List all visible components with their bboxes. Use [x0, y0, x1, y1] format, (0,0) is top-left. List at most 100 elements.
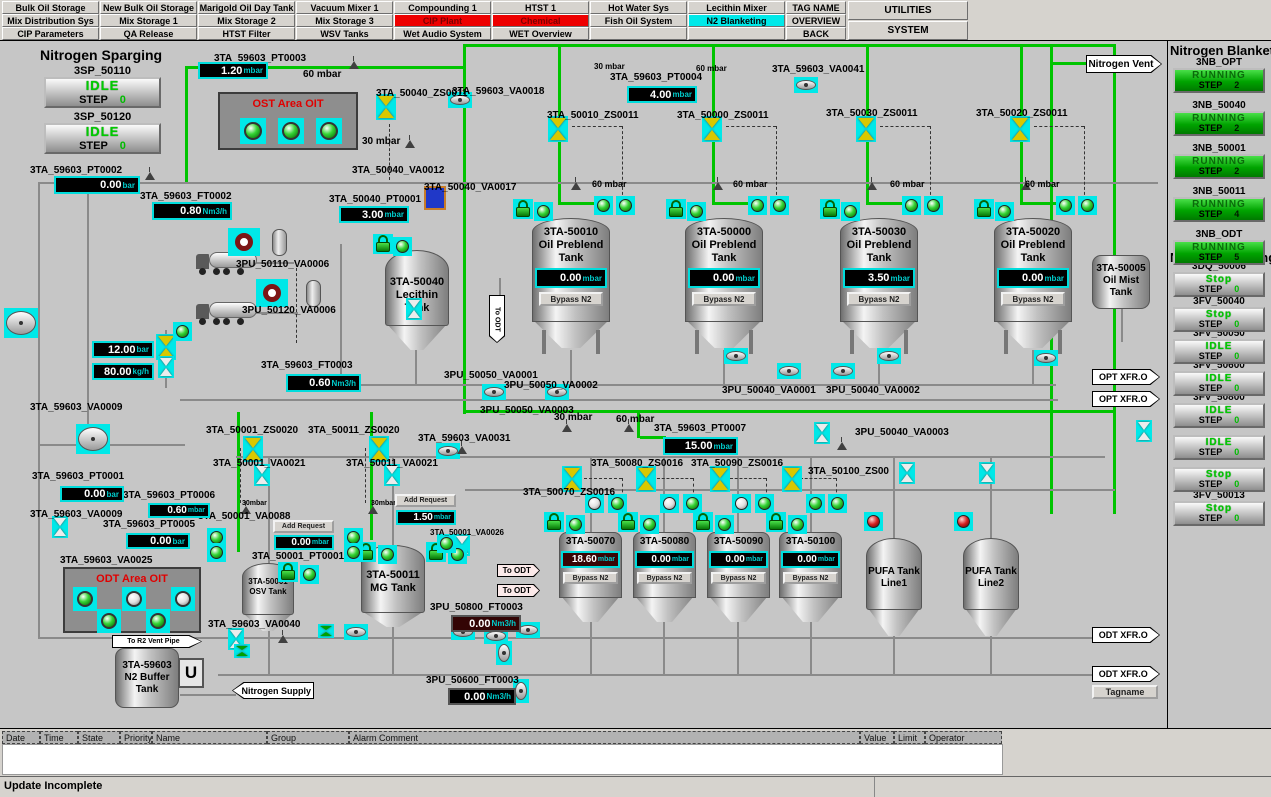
menu-item-marigold-oil-day-tank[interactable]: Marigold Oil Day Tank	[198, 1, 295, 14]
oit-lamp-button[interactable]	[240, 118, 266, 144]
menu-item-htst-filter[interactable]: HTST Filter	[198, 27, 295, 40]
menu-item-wsv-tanks[interactable]: WSV Tanks	[296, 27, 393, 40]
opt-xfr-o-banner[interactable]: OPT XFR.O	[1092, 391, 1160, 407]
butterfly-valve-icon[interactable]	[724, 348, 748, 364]
add-request-button[interactable]: Add Request	[395, 494, 456, 507]
bypass-n2-button[interactable]: Bypass N2	[847, 292, 911, 306]
to-odt-banner[interactable]: To ODT	[497, 564, 540, 577]
menu-item-chemical[interactable]: Chemical	[492, 14, 589, 27]
butterfly-valve-icon[interactable]	[777, 363, 801, 379]
to-odt-banner[interactable]: To ODT	[489, 295, 505, 343]
tagname-button[interactable]: Tagname	[1092, 685, 1158, 699]
sparging-status-3sp-50110[interactable]: IDLESTEP0	[44, 77, 161, 108]
odt-xfr-o-banner[interactable]: ODT XFR.O	[1092, 666, 1160, 682]
blanketing-status-3nb-50040[interactable]: RUNNINGSTEP2	[1173, 111, 1265, 136]
nav-tag-name-button[interactable]: TAG NAME	[786, 1, 846, 14]
utilities-button[interactable]: UTILITIES	[848, 1, 968, 20]
butterfly-valve-icon[interactable]	[794, 77, 818, 93]
control-valve-icon[interactable]	[158, 356, 174, 378]
purging-status-3fv-50050[interactable]: IDLESTEP0	[1173, 339, 1265, 364]
purging-status-unit[interactable]: StopSTEP0	[1173, 467, 1265, 492]
pump-icon[interactable]	[228, 228, 260, 256]
bypass-n2-button[interactable]: Bypass N2	[711, 572, 766, 584]
oit-lamp-button[interactable]	[146, 609, 170, 633]
oit-lamp-button[interactable]	[73, 587, 97, 611]
bypass-n2-button[interactable]: Bypass N2	[1001, 292, 1065, 306]
nav-back-button[interactable]: BACK	[786, 27, 846, 40]
menu-item-wet-overview[interactable]: WET Overview	[492, 27, 589, 40]
blanketing-status-3nb-opt[interactable]: RUNNINGSTEP2	[1173, 68, 1265, 93]
system-button[interactable]: SYSTEM	[848, 21, 968, 40]
lamp-lens	[735, 497, 748, 510]
nitrogen-supply-banner[interactable]: Nitrogen Supply	[232, 682, 314, 699]
shutoff-valve-icon[interactable]	[1010, 116, 1030, 142]
butterfly-valve-icon[interactable]	[344, 624, 368, 640]
to-r2-vent-pipe-banner[interactable]: To R2 Vent Pipe	[112, 635, 202, 648]
nitrogen-vent-banner[interactable]: Nitrogen Vent	[1086, 55, 1162, 73]
oit-lamp-button[interactable]	[171, 587, 195, 611]
menu-item-mix-storage-2[interactable]: Mix Storage 2	[198, 14, 295, 27]
control-valve-icon[interactable]	[979, 462, 995, 484]
blanketing-status-3nb-50011[interactable]: RUNNINGSTEP4	[1173, 197, 1265, 222]
add-request-button[interactable]: Add Request	[273, 520, 334, 533]
status-lamp	[660, 494, 679, 513]
butterfly-valve-icon[interactable]	[877, 348, 901, 364]
purging-status-3fv-50013[interactable]: StopSTEP0	[1173, 501, 1265, 526]
bypass-n2-button[interactable]: Bypass N2	[783, 572, 838, 584]
control-valve-icon[interactable]	[1136, 420, 1152, 442]
shutoff-valve-icon[interactable]	[710, 466, 730, 492]
blanketing-status-3nb-odt[interactable]: RUNNINGSTEP5	[1173, 240, 1265, 265]
shutoff-valve-icon[interactable]	[856, 116, 876, 142]
oit-lamp-button[interactable]	[278, 118, 304, 144]
purging-status-3dq-50006[interactable]: StopSTEP0	[1173, 272, 1265, 297]
purging-status-3fv-50600[interactable]: IDLESTEP0	[1173, 371, 1265, 396]
shutoff-valve-icon[interactable]	[782, 466, 802, 492]
butterfly-valve-icon[interactable]	[831, 363, 855, 379]
tank-label: Tank	[685, 252, 763, 264]
menu-item-n2-blanketing[interactable]: N2 Blanketing	[688, 14, 785, 27]
butterfly-valve-icon[interactable]	[1034, 350, 1058, 366]
opt-xfr-o-banner[interactable]: OPT XFR.O	[1092, 369, 1160, 385]
green-valve-icon[interactable]	[234, 644, 250, 658]
menu-item-wet-audio-system[interactable]: Wet Audio System	[394, 27, 491, 40]
to-odt-banner[interactable]: To ODT	[497, 584, 540, 597]
control-valve-icon[interactable]	[406, 298, 422, 320]
odt-xfr-o-banner[interactable]: ODT XFR.O	[1092, 627, 1160, 643]
menu-item-lecithin-mixer[interactable]: Lecithin Mixer	[688, 1, 785, 14]
control-valve-icon[interactable]	[899, 462, 915, 484]
main-valve-icon[interactable]	[4, 308, 38, 338]
sparging-status-3sp-50120[interactable]: IDLESTEP0	[44, 123, 161, 154]
menu-item-cip-parameters[interactable]: CIP Parameters	[2, 27, 99, 40]
menu-item-hot-water-sys[interactable]: Hot Water Sys	[590, 1, 687, 14]
menu-item-vacuum-mixer-1[interactable]: Vacuum Mixer 1	[296, 1, 393, 14]
oit-lamp-button[interactable]	[97, 609, 121, 633]
menu-item-htst-1[interactable]: HTST 1	[492, 1, 589, 14]
shutoff-valve-icon[interactable]	[636, 466, 656, 492]
purging-status-unit[interactable]: IDLESTEP0	[1173, 435, 1265, 460]
bypass-n2-button[interactable]: Bypass N2	[692, 292, 756, 306]
bypass-n2-button[interactable]: Bypass N2	[637, 572, 692, 584]
menu-item-bulk-oil-storage[interactable]: Bulk Oil Storage	[2, 1, 99, 14]
pump-icon[interactable]	[256, 279, 288, 307]
menu-item-mix-storage-1[interactable]: Mix Storage 1	[100, 14, 197, 27]
bypass-n2-button[interactable]: Bypass N2	[563, 572, 618, 584]
blanketing-status-3nb-50001[interactable]: RUNNINGSTEP2	[1173, 154, 1265, 179]
menu-item-new-bulk-oil-storage[interactable]: New Bulk Oil Storage	[100, 1, 197, 14]
menu-item-compounding-1[interactable]: Compounding 1	[394, 1, 491, 14]
menu-item-qa-release[interactable]: QA Release	[100, 27, 197, 40]
butterfly-valve-icon[interactable]	[482, 384, 506, 400]
menu-item-mix-storage-3[interactable]: Mix Storage 3	[296, 14, 393, 27]
menu-item-cip-plant[interactable]: CIP Plant	[394, 14, 491, 27]
nav-overview-button[interactable]: OVERVIEW	[786, 14, 846, 27]
green-valve-icon[interactable]	[318, 624, 334, 638]
bypass-n2-button[interactable]: Bypass N2	[539, 292, 603, 306]
main-valve-icon[interactable]	[76, 424, 110, 454]
menu-item-fish-oil-system[interactable]: Fish Oil System	[590, 14, 687, 27]
control-valve-icon[interactable]	[814, 422, 830, 444]
menu-item-mix-distribution-sys[interactable]: Mix Distribution Sys	[2, 14, 99, 27]
purging-status-3fv-50040[interactable]: StopSTEP0	[1173, 307, 1265, 332]
oit-lamp-button[interactable]	[122, 587, 146, 611]
purging-status-3fv-50800[interactable]: IDLESTEP0	[1173, 403, 1265, 428]
oit-lamp-button[interactable]	[316, 118, 342, 144]
butterfly-valve-icon[interactable]	[496, 641, 512, 665]
